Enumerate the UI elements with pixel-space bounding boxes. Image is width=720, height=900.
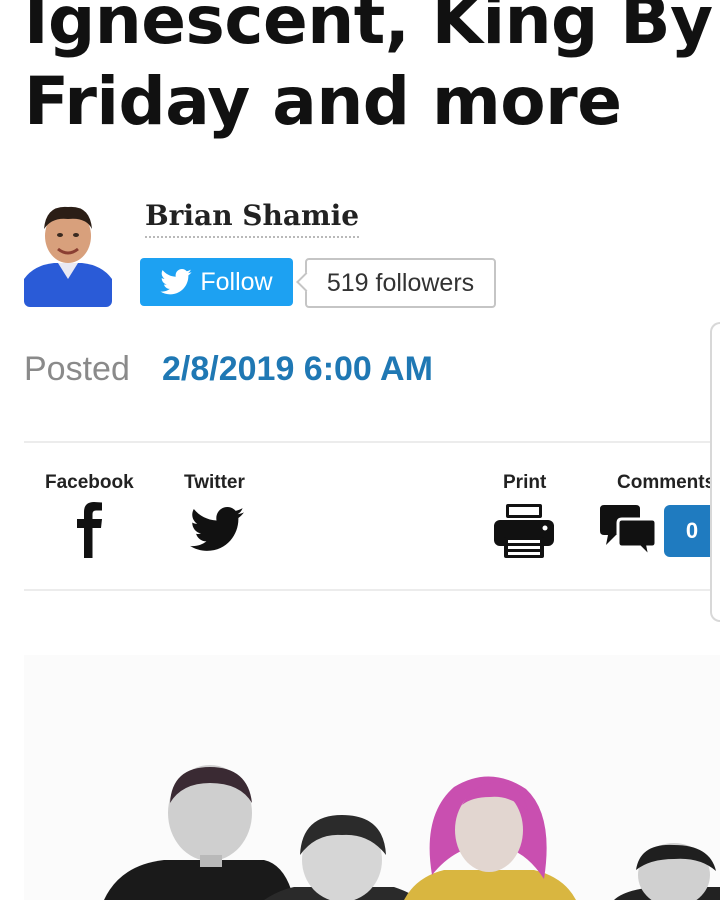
follow-button[interactable]: Follow [140, 258, 293, 306]
comments-button[interactable] [600, 503, 658, 563]
share-comments-label: Comments [617, 472, 716, 493]
share-twitter-label: Twitter [184, 472, 245, 493]
facebook-f-icon [77, 502, 102, 558]
speech-bubbles-icon [600, 505, 658, 562]
divider-top [24, 441, 720, 443]
side-drawer-tab[interactable] [710, 322, 720, 622]
headline-line-1: Ignescent, King By [24, 0, 713, 59]
article-headline: Ignescent, King By Friday and more [24, 0, 720, 142]
share-print-label: Print [503, 472, 547, 493]
twitter-share-button[interactable] [190, 507, 244, 556]
follower-count: 519 followers [305, 258, 496, 308]
divider-bottom [24, 589, 720, 591]
facebook-share-button[interactable] [76, 500, 104, 562]
author-name-link[interactable]: Brian Shamie [145, 199, 360, 238]
share-facebook-label: Facebook [45, 472, 134, 493]
twitter-bird-icon [160, 269, 192, 295]
follower-count-text: 519 followers [326, 268, 475, 297]
twitter-bird-icon [190, 507, 244, 551]
headline-line-2: Friday and more [24, 63, 622, 140]
posted-date: 2/8/2019 6:00 AM [162, 350, 433, 388]
printer-icon [494, 504, 554, 558]
author-avatar[interactable] [24, 199, 112, 307]
posted-label: Posted [24, 350, 130, 388]
print-button[interactable] [494, 504, 554, 562]
article-hero-image [24, 655, 720, 900]
follow-button-label: Follow [200, 267, 273, 296]
